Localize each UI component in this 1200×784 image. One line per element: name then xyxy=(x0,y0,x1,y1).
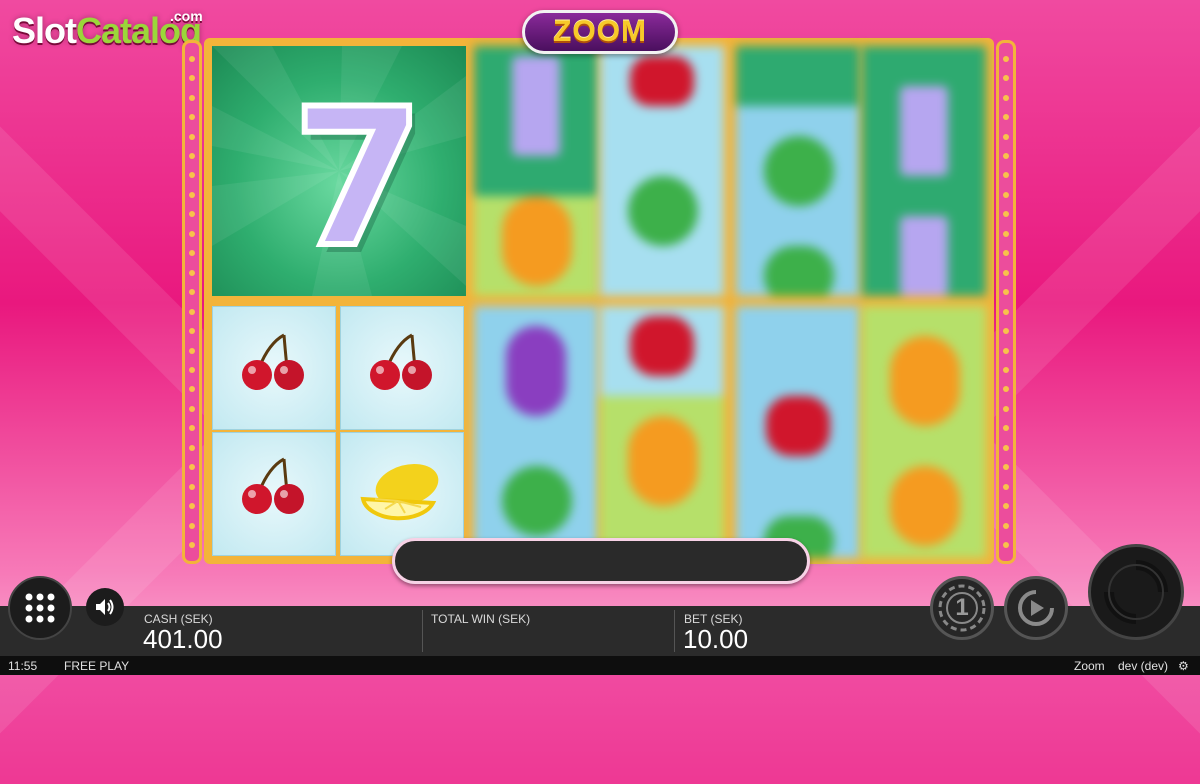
play-mode: FREE PLAY xyxy=(64,659,130,673)
settings-icon[interactable]: ⚙ xyxy=(1178,659,1189,673)
autoplay-icon xyxy=(1018,590,1054,626)
spinning-reel-5 xyxy=(474,306,598,558)
payline-indicator-right xyxy=(996,40,1016,564)
status-bar: 11:55 FREE PLAY Zoom dev (dev) ⚙ xyxy=(0,656,1200,675)
clock: 11:55 xyxy=(8,659,38,673)
total-win-label: TOTAL WIN (SEK) xyxy=(431,612,531,626)
cash-value: 401.00 xyxy=(143,624,223,654)
spin-icon xyxy=(1104,560,1168,624)
user-name: dev (dev) xyxy=(1118,659,1169,673)
seven-icon xyxy=(900,216,948,296)
symbol-tile xyxy=(340,306,464,430)
cherry-icon xyxy=(630,56,694,106)
lemon-icon xyxy=(360,463,439,521)
game-title: ZOOM xyxy=(553,15,647,48)
watermelon-icon xyxy=(502,466,572,536)
game-name: Zoom xyxy=(1074,659,1105,673)
spinning-reel-6 xyxy=(600,306,724,558)
cherry-icon xyxy=(766,396,830,456)
slotcatalog-logo: SlotCatalog .com xyxy=(12,8,203,51)
bet-value: 10.00 xyxy=(683,624,749,654)
orange-icon xyxy=(890,466,960,546)
grapes-icon xyxy=(506,326,566,416)
cherry-icon xyxy=(630,316,694,376)
spinning-reel-2 xyxy=(600,46,724,296)
watermelon-icon xyxy=(764,136,834,206)
payline-indicator-left xyxy=(182,40,202,564)
symbol-tile xyxy=(212,306,336,430)
big-seven-symbol: 7 xyxy=(212,46,466,296)
menu-button[interactable] xyxy=(8,576,72,640)
seven-icon xyxy=(512,56,560,156)
spinning-reel-1 xyxy=(474,46,598,296)
spin-button[interactable] xyxy=(1088,544,1184,640)
symbol-tile xyxy=(212,432,336,556)
win-message-panel xyxy=(392,538,810,584)
watermelon-icon xyxy=(628,176,698,246)
seven-icon: 7 xyxy=(289,68,427,289)
bet-coin-button[interactable]: 1 xyxy=(930,576,994,640)
orange-icon xyxy=(890,336,960,426)
spinning-reel-7 xyxy=(736,306,860,558)
autoplay-button[interactable] xyxy=(1004,576,1068,640)
cherry-icon xyxy=(242,457,304,514)
seven-icon xyxy=(900,86,948,176)
cherry-icon xyxy=(242,333,304,390)
speaker-icon xyxy=(96,599,114,615)
sound-button[interactable] xyxy=(86,588,124,626)
spinning-reel-3 xyxy=(736,46,860,296)
game-title-badge: ZOOM xyxy=(522,10,678,54)
orange-icon xyxy=(502,196,572,286)
orange-icon xyxy=(628,416,698,506)
spinning-reel-8 xyxy=(862,306,986,558)
cherry-icon xyxy=(370,333,432,390)
watermelon-icon xyxy=(764,246,834,296)
spinning-reel-4 xyxy=(862,46,986,296)
grid-icon xyxy=(25,593,55,623)
coin-value: 1 xyxy=(955,594,969,621)
